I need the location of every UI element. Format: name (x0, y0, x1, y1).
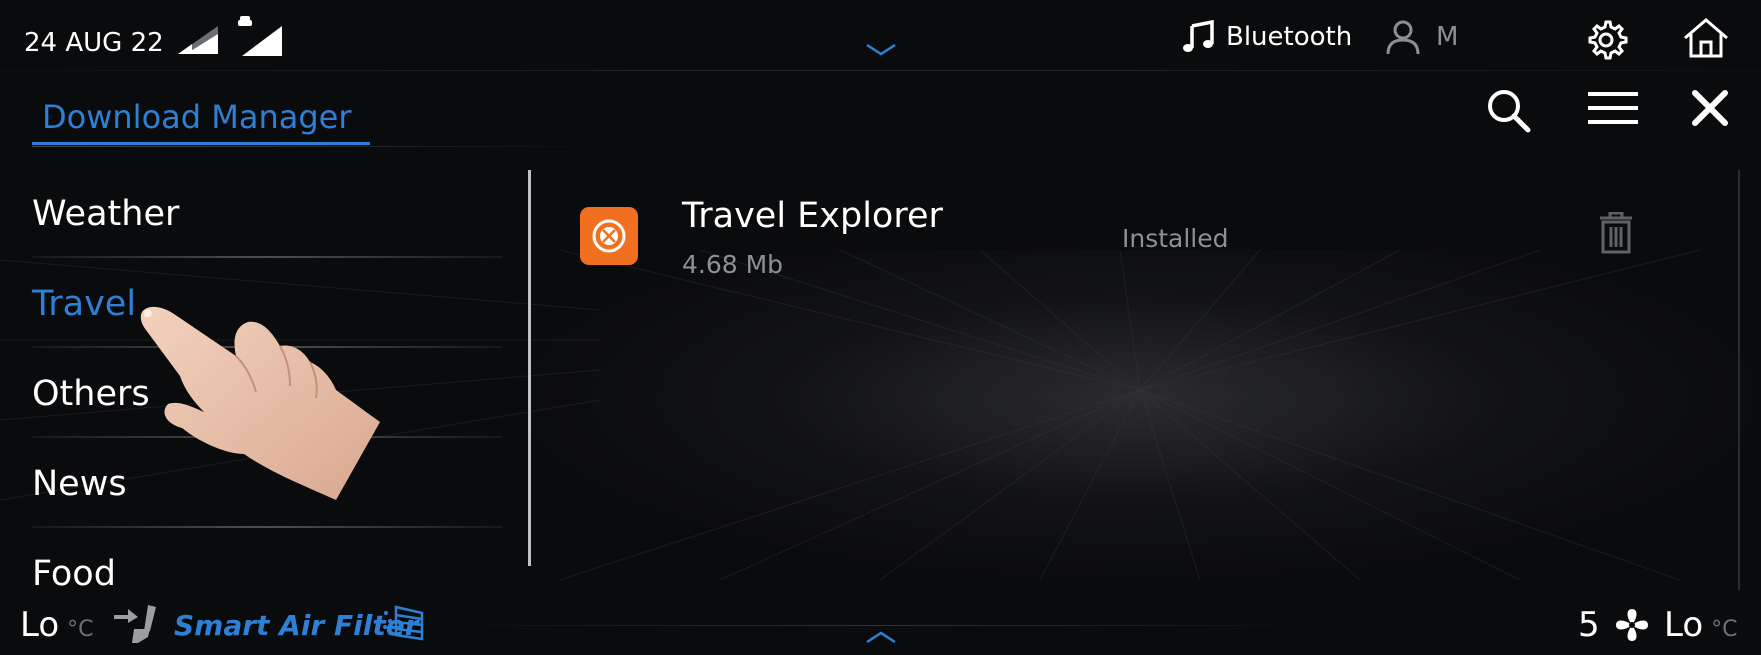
hand-pointer-icon (140, 306, 380, 500)
page-title: Download Manager (42, 98, 352, 136)
left-temp-value: Lo (20, 605, 60, 645)
temp-unit: °C (67, 617, 94, 642)
search-icon[interactable] (1484, 86, 1532, 134)
air-filter-icon[interactable] (382, 603, 432, 643)
app-size: 4.68 Mb (682, 250, 784, 279)
background-glow (520, 250, 1760, 580)
user-profile[interactable]: M (1386, 20, 1458, 54)
date-display: 24 AUG 22 (24, 28, 164, 58)
chevron-down-icon[interactable] (866, 44, 896, 56)
sidebar-scrollbar[interactable] (528, 170, 531, 566)
sidebar-item-label: Others (32, 374, 150, 414)
user-icon (1386, 20, 1420, 54)
user-label: M (1436, 22, 1459, 52)
sidebar-item-weather[interactable]: Weather (32, 168, 522, 258)
content-scrollbar[interactable] (1738, 170, 1740, 590)
bluetooth-audio-indicator[interactable]: Bluetooth (1182, 20, 1352, 54)
bottom-divider (440, 625, 1320, 626)
sidebar-item-label: Food (32, 554, 116, 594)
title-underline (32, 142, 370, 145)
temp-unit: °C (1711, 617, 1738, 642)
seat-icon[interactable] (114, 603, 162, 643)
signal-icon (178, 26, 218, 54)
status-bar: 24 AUG 22 Bluetooth M (0, 0, 1761, 72)
sidebar-item-label: News (32, 464, 127, 504)
chevron-up-icon[interactable] (866, 631, 896, 643)
home-icon[interactable] (1683, 18, 1729, 58)
compass-icon (592, 219, 626, 253)
left-temperature[interactable]: Lo °C (20, 605, 94, 645)
title-divider (32, 146, 602, 147)
climate-bar: Lo °C Smart Air Filter 5 Lo °C (0, 595, 1761, 655)
right-temp-value: Lo (1664, 605, 1704, 645)
app-name: Travel Explorer (682, 196, 943, 236)
music-note-icon (1183, 20, 1214, 52)
right-temperature[interactable]: Lo °C (1664, 605, 1738, 645)
fan-speed: 5 (1578, 605, 1600, 645)
sidebar-item-label: Weather (32, 194, 180, 234)
trash-icon[interactable] (1598, 212, 1634, 254)
install-status: Installed (1122, 224, 1229, 253)
menu-icon[interactable] (1588, 90, 1638, 126)
sidebar-item-label: Travel (32, 284, 137, 324)
car-signal-icon (238, 16, 282, 56)
status-bar-divider (0, 70, 1761, 71)
bluetooth-label: Bluetooth (1226, 22, 1353, 52)
fan-icon[interactable] (1614, 607, 1650, 643)
travel-explorer-app-icon (580, 207, 638, 265)
close-icon[interactable] (1692, 90, 1728, 126)
download-list-item[interactable]: Travel Explorer 4.68 Mb Installed (578, 190, 1708, 290)
gear-icon[interactable] (1584, 18, 1628, 62)
sidebar-item-food[interactable]: Food (32, 528, 522, 594)
